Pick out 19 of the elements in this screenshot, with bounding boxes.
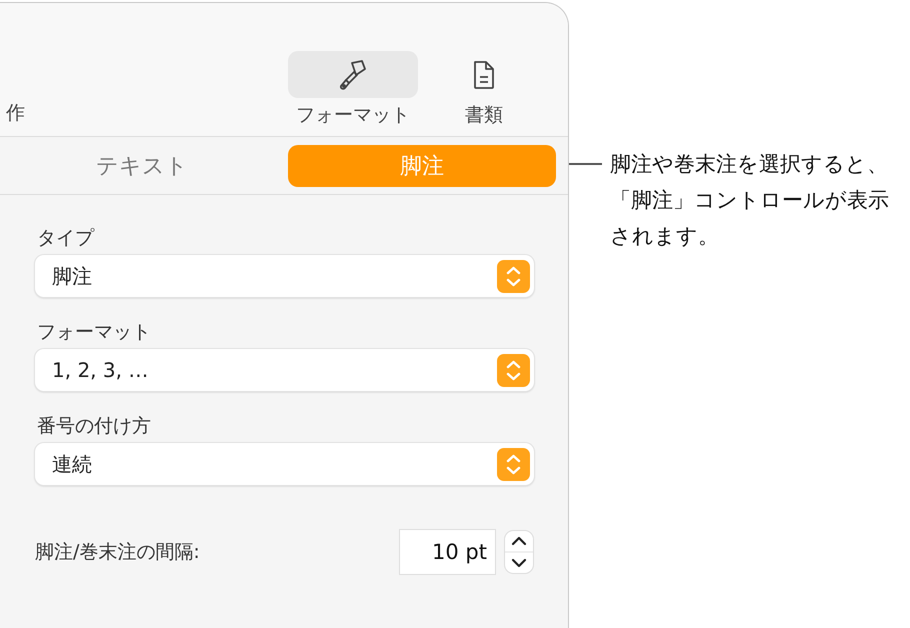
tab[interactable]: テキスト <box>0 144 284 186</box>
toolbar-button[interactable]: 書類 <box>458 51 510 128</box>
stepper[interactable] <box>504 530 534 574</box>
field-label: フォーマット <box>37 320 152 345</box>
popup-menu[interactable]: 脚注 <box>35 255 534 297</box>
field-label: タイプ <box>37 226 96 251</box>
spacing-label: 脚注/巻末注の間隔: <box>35 540 201 565</box>
stepper-arrows-icon <box>497 448 530 480</box>
document-icon <box>472 60 496 90</box>
spacing-input[interactable]: 10 pt <box>399 529 496 575</box>
popup-menu[interactable]: 1, 2, 3, … <box>35 349 534 391</box>
leader-line <box>569 163 602 165</box>
brush-icon <box>338 58 368 90</box>
field-label: 番号の付け方 <box>37 414 152 439</box>
callout-text: 脚注や巻末注を選択すると、「脚注」コントロールが表示されます。 <box>610 151 890 250</box>
toolbar-label: 作 <box>6 101 25 126</box>
stepper-arrows-icon <box>497 260 530 292</box>
popup-menu[interactable]: 連続 <box>35 443 534 485</box>
stepper-arrows-icon <box>497 354 530 386</box>
